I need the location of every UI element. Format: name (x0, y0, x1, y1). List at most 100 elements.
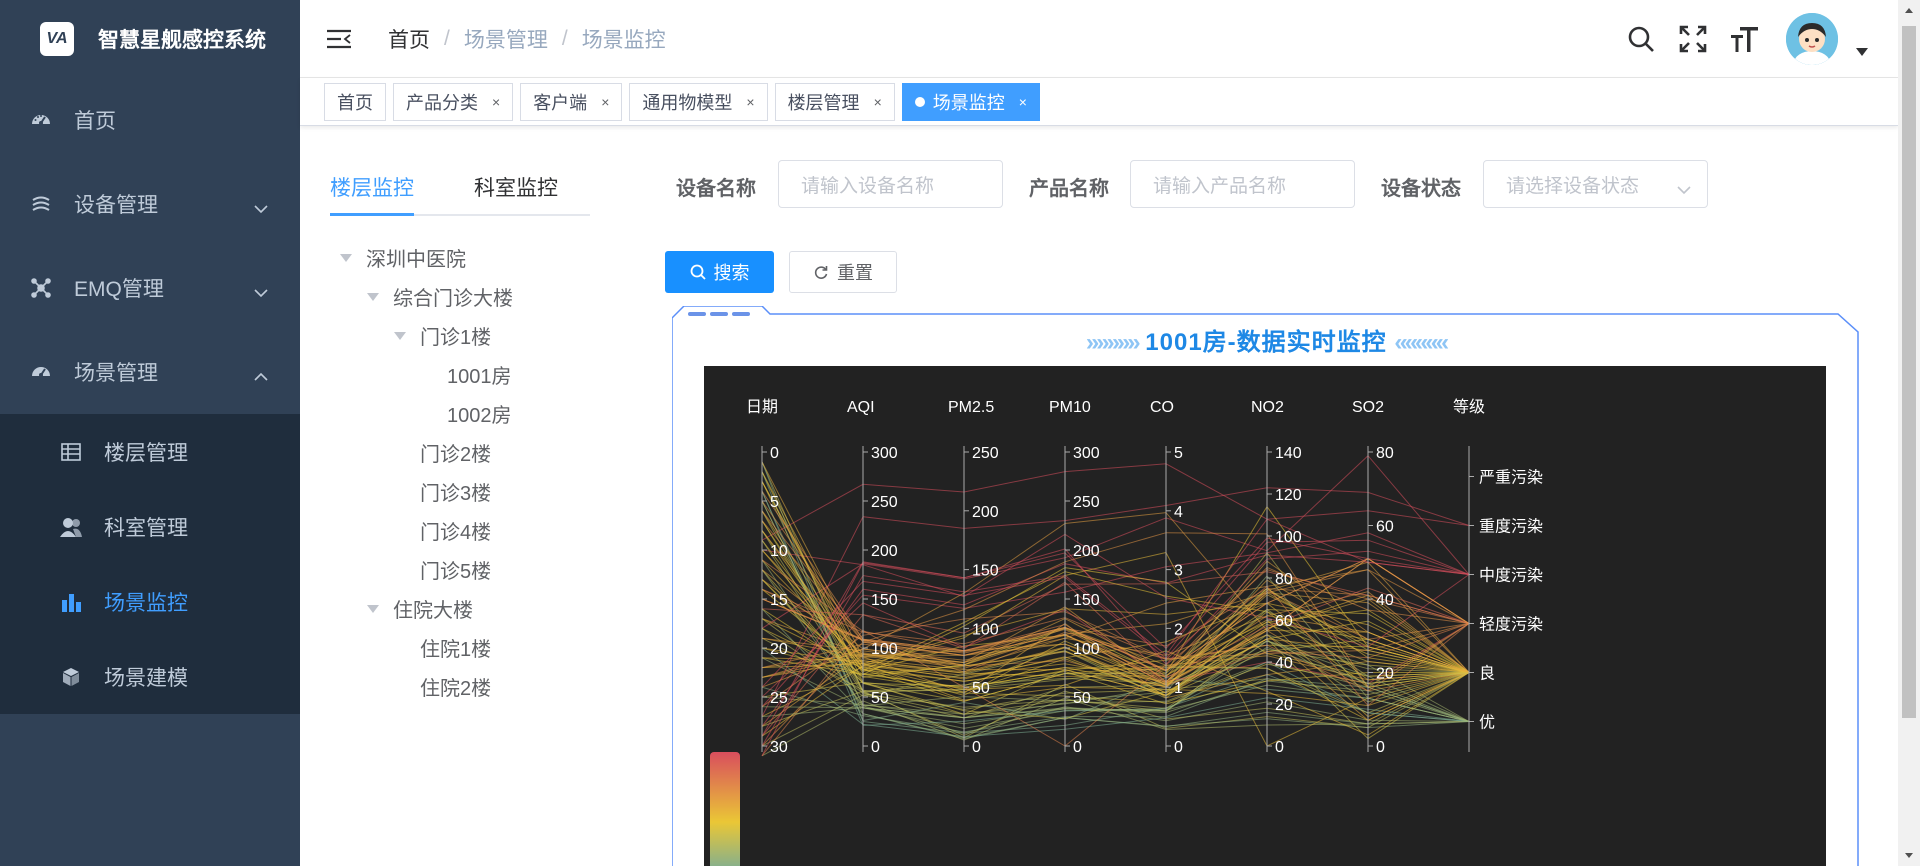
tree-node[interactable]: 门诊3楼 (420, 472, 491, 511)
tree-node[interactable]: 住院1楼 (420, 628, 491, 667)
tag-thing-model[interactable]: 通用物模型 × (629, 82, 768, 121)
axis-tick-label: 200 (972, 504, 999, 521)
tree-node[interactable]: 门诊4楼 (420, 511, 491, 550)
close-icon[interactable]: × (601, 94, 609, 110)
device-status-label: 设备状态 (1381, 178, 1461, 200)
tag-home[interactable]: 首页 (324, 82, 386, 121)
product-name-label: 产品名称 (1029, 178, 1109, 200)
sidebar-item-emq[interactable]: EMQ管理 (0, 246, 300, 330)
caret-down-icon[interactable] (1856, 43, 1868, 61)
bar-chart-icon (60, 591, 82, 613)
avatar[interactable] (1786, 13, 1838, 65)
tree-node[interactable]: 深圳中医院 (340, 238, 466, 277)
tag-scene-monitoring[interactable]: 场景监控 × (901, 82, 1040, 121)
sidebar-item-floor-management[interactable]: 楼层管理 (0, 414, 300, 489)
axis-tick-label: 250 (972, 445, 999, 462)
tree-node-label: 住院1楼 (420, 639, 492, 661)
breadcrumb-home[interactable]: 首页 (388, 24, 430, 54)
axis-tick-label: 100 (972, 621, 999, 638)
caret-down-icon[interactable] (367, 604, 379, 613)
chevrons-left-icon: ««««« (1394, 329, 1449, 356)
sidebar-item-label: EMQ管理 (74, 278, 164, 301)
monitor-panel: »»»»» 1001房-数据实时监控 ««««« 日期 0 5 10 15 20 25 30 A… (672, 306, 1860, 866)
tree-node[interactable]: 住院2楼 (420, 667, 491, 706)
tree-node[interactable]: 综合门诊大楼 (367, 277, 513, 316)
tree-node[interactable]: 1001房 (447, 355, 512, 394)
axis-tick-label: 4 (1174, 504, 1183, 521)
dashboard-icon (30, 109, 52, 131)
axis-name: 日期 (746, 398, 778, 416)
scroll-thumb[interactable] (1902, 26, 1916, 718)
tree-node[interactable]: 门诊5楼 (420, 550, 491, 589)
axis-tick-label: 轻度污染 (1479, 616, 1543, 634)
users-icon (60, 516, 82, 538)
breadcrumb-scene-management[interactable]: 场景管理 (464, 24, 548, 54)
axis-tick-label: 5 (770, 494, 779, 511)
axis-name: NO2 (1251, 399, 1284, 416)
axis-tick-label: 严重污染 (1479, 469, 1543, 487)
axis-tick-label: 50 (871, 690, 889, 707)
panel-title-text: 1001房-数据实时监控 (1145, 329, 1387, 356)
close-icon[interactable]: × (492, 94, 500, 110)
axis-tick-label: 0 (1376, 739, 1385, 756)
axis-name: SO2 (1352, 399, 1384, 416)
search-icon[interactable] (1626, 24, 1656, 54)
tree-node[interactable]: 门诊1楼 (394, 316, 491, 355)
visual-map-bar (710, 752, 740, 866)
scroll-down-icon[interactable] (1898, 844, 1920, 866)
axis-tick-label: 0 (1073, 739, 1082, 756)
tree-node[interactable]: 住院大楼 (367, 589, 473, 628)
close-icon[interactable]: × (746, 94, 754, 110)
sidebar-item-scene-monitoring[interactable]: 场景监控 (0, 564, 300, 639)
sidebar-item-scene-modeling[interactable]: 场景建模 (0, 639, 300, 714)
scroll-up-icon[interactable] (1898, 0, 1920, 22)
axis-tick-label: 重度污染 (1479, 518, 1543, 536)
close-icon[interactable]: × (1019, 94, 1027, 110)
select-placeholder: 请选择设备状态 (1506, 175, 1640, 197)
breadcrumb: 首页 / 场景管理 / 场景监控 (388, 24, 666, 54)
sidebar-item-devices[interactable]: 设备管理 (0, 162, 300, 246)
logo-row[interactable]: VA 智慧星舰感控系统 (0, 0, 300, 78)
caret-down-icon[interactable] (340, 253, 352, 262)
device-name-input[interactable]: 请输入设备名称 (778, 160, 1003, 208)
sidebar-item-home[interactable]: 首页 (0, 78, 300, 162)
tag-client[interactable]: 客户端 × (520, 82, 623, 121)
axis-tick-label: 0 (770, 445, 779, 462)
axis-tick-label: 1 (1174, 680, 1183, 697)
input-placeholder: 请输入设备名称 (801, 175, 935, 197)
app-title: 智慧星舰感控系统 (98, 29, 266, 52)
axis-tick-label: 100 (1275, 529, 1302, 546)
caret-down-icon[interactable] (394, 331, 406, 340)
axis-tick-label: 20 (1275, 697, 1293, 714)
tree-tabs: 楼层监控 科室监控 (330, 168, 590, 216)
tag-floor-management[interactable]: 楼层管理 × (774, 82, 895, 121)
reset-button[interactable]: 重置 (789, 251, 897, 293)
sidebar-item-label: 场景建模 (104, 666, 188, 690)
tree-node-label: 深圳中医院 (366, 249, 466, 271)
tag-product-category[interactable]: 产品分类 × (393, 82, 514, 121)
hamburger-icon[interactable] (326, 25, 354, 53)
tree-node-label: 住院2楼 (420, 678, 492, 700)
search-button[interactable]: 搜索 (665, 251, 774, 293)
close-icon[interactable]: × (874, 94, 882, 110)
sidebar-item-department-management[interactable]: 科室管理 (0, 489, 300, 564)
tab-floor-monitoring[interactable]: 楼层监控 (330, 172, 414, 202)
parallel-chart[interactable]: 日期 0 5 10 15 20 25 30 AQI 0 50 100 150 200 250 300 PM2.5… (704, 366, 1826, 866)
page-scrollbar[interactable] (1898, 0, 1920, 866)
header-actions (1604, 0, 1868, 78)
tree-node[interactable]: 门诊2楼 (420, 433, 491, 472)
tag-label: 楼层管理 (787, 92, 860, 113)
fullscreen-icon[interactable] (1678, 24, 1708, 54)
sidebar-item-scenes[interactable]: 场景管理 (0, 330, 300, 414)
tab-department-monitoring[interactable]: 科室监控 (474, 172, 558, 202)
font-size-icon[interactable] (1730, 24, 1760, 54)
reset-button-label: 重置 (837, 263, 873, 283)
product-name-input[interactable]: 请输入产品名称 (1130, 160, 1355, 208)
device-status-select[interactable]: 请选择设备状态 (1483, 160, 1708, 208)
tree-node[interactable]: 1002房 (447, 394, 512, 433)
axis-tick-label: 中度污染 (1479, 567, 1543, 585)
chevron-down-icon (254, 196, 268, 220)
axis-tick-label: 25 (770, 690, 788, 707)
axis-tick-label: 0 (1275, 739, 1284, 756)
caret-down-icon[interactable] (367, 292, 379, 301)
